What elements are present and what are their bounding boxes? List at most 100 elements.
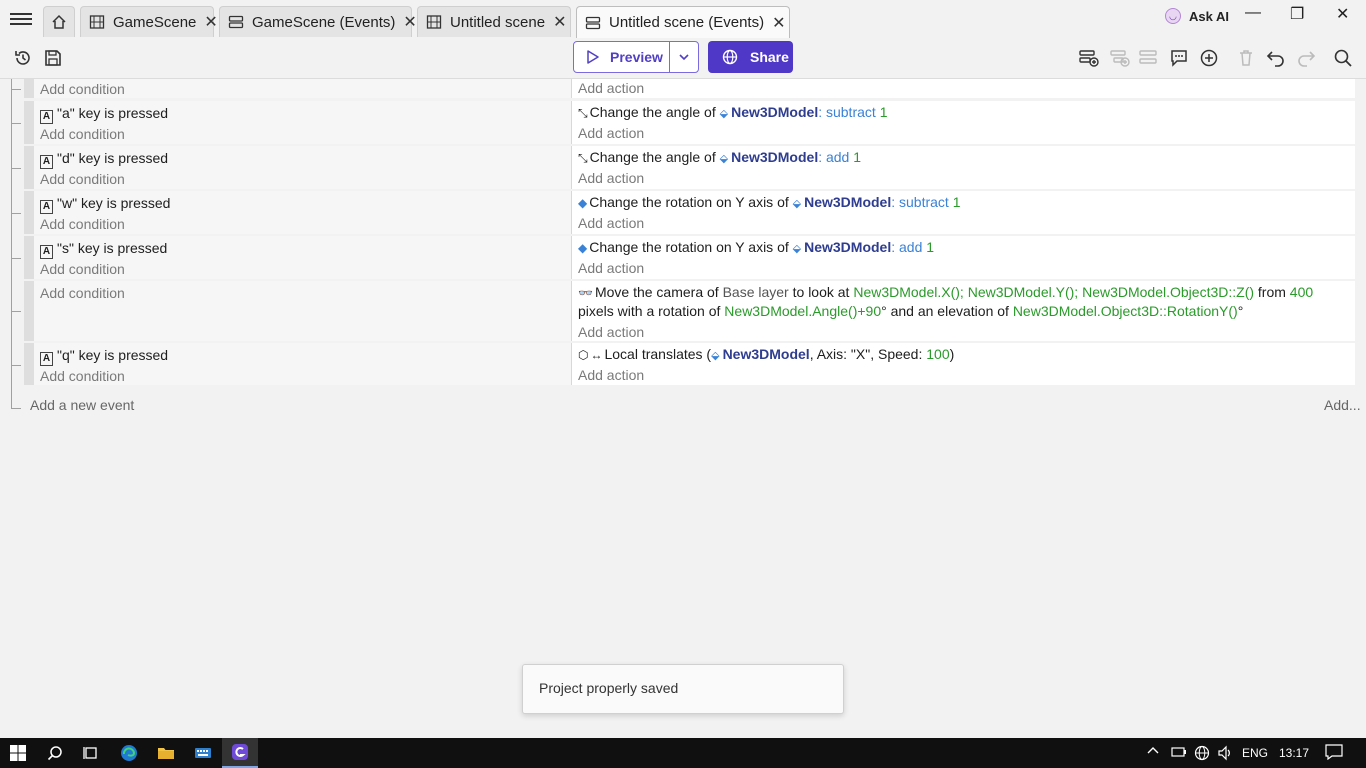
start-button[interactable] <box>0 738 36 768</box>
battery-icon[interactable] <box>1171 745 1187 762</box>
network-globe-icon[interactable] <box>1194 745 1210 764</box>
preview-dropdown[interactable] <box>670 51 698 63</box>
keyboard-app-button[interactable] <box>187 738 219 768</box>
conditions-panel: Add condition <box>34 281 572 341</box>
window-close-button[interactable]: ✕ <box>1336 4 1349 24</box>
edge-taskbar-button[interactable] <box>113 738 145 768</box>
camera-action-line2[interactable]: pixels with a rotation of New3DModel.Ang… <box>578 303 1243 319</box>
menu-icon[interactable] <box>10 10 32 28</box>
event-drag-handle[interactable] <box>24 191 34 234</box>
condition-text: "w" key is pressed <box>57 195 171 211</box>
close-icon[interactable]: ✕ <box>545 12 566 32</box>
condition-item[interactable]: A "w" key is pressed <box>40 195 170 214</box>
preview-button[interactable]: Preview <box>573 41 699 73</box>
task-view-button[interactable] <box>76 738 106 768</box>
edge-browser-icon <box>121 745 137 761</box>
folder-icon <box>158 748 174 759</box>
tab-home[interactable] <box>43 6 75 37</box>
redo-icon[interactable] <box>1295 47 1317 69</box>
close-icon[interactable]: ✕ <box>395 12 416 32</box>
action-text: Change the angle of <box>589 149 720 165</box>
action-item[interactable]: ◆ Change the rotation on Y axis of ⬙ New3D… <box>578 194 961 210</box>
close-icon[interactable]: ✕ <box>196 12 217 32</box>
add-condition-link[interactable]: Add condition <box>40 81 125 97</box>
action-text: ° <box>1237 303 1244 319</box>
add-action-link[interactable]: Add action <box>578 80 644 96</box>
tab-untitled-scene-events[interactable]: Untitled scene (Events) ✕ <box>576 6 790 38</box>
add-action-link[interactable]: Add action <box>578 125 644 141</box>
tab-gamescene-events[interactable]: GameScene (Events) ✕ <box>219 6 417 37</box>
add-new-event-link[interactable]: Add a new event <box>30 397 134 413</box>
tab-untitled-scene[interactable]: Untitled scene ✕ <box>417 6 571 37</box>
file-explorer-button[interactable] <box>150 738 182 768</box>
event-drag-handle[interactable] <box>24 79 34 98</box>
tree-tick <box>11 213 21 214</box>
save-icon[interactable] <box>42 47 64 69</box>
history-icon[interactable] <box>12 47 34 69</box>
add-condition-link[interactable]: Add condition <box>40 368 125 384</box>
search-taskbar-button[interactable] <box>40 738 70 768</box>
undo-icon[interactable] <box>1265 47 1287 69</box>
event-row[interactable]: Add condition 👓 Move the camera of Base l… <box>24 281 1355 343</box>
add-condition-link[interactable]: Add condition <box>40 285 125 301</box>
add-circle-icon[interactable] <box>1198 47 1220 69</box>
value: 1 <box>952 194 961 210</box>
gdevelop-taskbar-button[interactable] <box>222 738 258 768</box>
event-drag-handle[interactable] <box>24 281 34 341</box>
preview-main[interactable]: Preview <box>574 42 670 72</box>
expression: New3DModel.Object3D::RotationY() <box>1012 303 1238 319</box>
add-condition-link[interactable]: Add condition <box>40 171 125 187</box>
action-item[interactable]: ◆ Change the rotation on Y axis of ⬙ New3D… <box>578 239 934 255</box>
event-row[interactable]: A "a" key is pressed Add condition ⤡ Chang… <box>24 101 1355 146</box>
event-drag-handle[interactable] <box>24 236 34 279</box>
add-event-icon[interactable] <box>1078 47 1100 69</box>
minimize-button[interactable]: — <box>1245 4 1261 22</box>
condition-item[interactable]: A "s" key is pressed <box>40 240 167 259</box>
add-more-link[interactable]: Add... <box>1324 397 1361 413</box>
add-action-link[interactable]: Add action <box>578 215 644 231</box>
add-action-link[interactable]: Add action <box>578 324 644 340</box>
delete-icon[interactable] <box>1235 47 1257 69</box>
arrows-icon: ↔ <box>590 348 603 362</box>
condition-item[interactable]: A "q" key is pressed <box>40 347 168 366</box>
close-icon[interactable]: ✕ <box>764 13 785 33</box>
conditions-panel: A "a" key is pressed Add condition <box>34 101 572 144</box>
condition-item[interactable]: A "d" key is pressed <box>40 150 168 169</box>
event-row[interactable]: A "s" key is pressed Add condition ◆ Chang… <box>24 236 1355 281</box>
volume-icon[interactable] <box>1217 745 1233 764</box>
action-item[interactable]: ⤡ Change the angle of ⬙ New3DModel: add 1 <box>578 149 861 166</box>
tab-gamescene[interactable]: GameScene ✕ <box>80 6 218 37</box>
add-subevent-icon[interactable] <box>1109 47 1131 69</box>
action-text: ° and an elevation of <box>881 303 1013 319</box>
ask-ai-button[interactable]: ◡ Ask AI <box>1165 8 1229 24</box>
share-button[interactable]: Share <box>708 41 793 73</box>
add-action-link[interactable]: Add action <box>578 367 644 383</box>
event-drag-handle[interactable] <box>24 343 34 385</box>
comment-icon[interactable] <box>1168 47 1190 69</box>
add-action-link[interactable]: Add action <box>578 170 644 186</box>
event-row[interactable]: A "q" key is pressed Add condition ⬡ ↔ Loca… <box>24 343 1355 387</box>
camera-action-line1[interactable]: 👓 Move the camera of Base layer to look a… <box>578 284 1313 300</box>
event-row[interactable]: A "w" key is pressed Add condition ◆ Chang… <box>24 191 1355 236</box>
event-row[interactable]: A "d" key is pressed Add condition ⤡ Chang… <box>24 146 1355 191</box>
add-action-link[interactable]: Add action <box>578 260 644 276</box>
search-icon[interactable] <box>1332 47 1354 69</box>
language-indicator[interactable]: ENG <box>1242 746 1268 760</box>
add-condition-link[interactable]: Add condition <box>40 126 125 142</box>
add-condition-link[interactable]: Add condition <box>40 216 125 232</box>
chevron-up-icon[interactable] <box>1146 744 1160 761</box>
notifications-icon[interactable] <box>1325 744 1343 763</box>
event-drag-handle[interactable] <box>24 146 34 189</box>
restore-button[interactable]: ❐ <box>1290 4 1304 24</box>
event-drag-handle[interactable] <box>24 101 34 144</box>
event-row[interactable]: Add condition Add action <box>24 79 1355 100</box>
tab-bar: GameScene ✕ GameScene (Events) ✕ Untitle… <box>0 0 1366 39</box>
add-condition-link[interactable]: Add condition <box>40 261 125 277</box>
action-item[interactable]: ⬡ ↔ Local translates (⬙ New3DModel, Axis: "… <box>578 346 954 362</box>
add-group-icon[interactable] <box>1138 47 1160 69</box>
windows-logo-icon <box>10 745 26 761</box>
clock[interactable]: 13:17 <box>1279 746 1309 760</box>
condition-item[interactable]: A "a" key is pressed <box>40 105 168 124</box>
separator: : <box>891 194 900 210</box>
action-item[interactable]: ⤡ Change the angle of ⬙ New3DModel: subtra… <box>578 104 887 121</box>
